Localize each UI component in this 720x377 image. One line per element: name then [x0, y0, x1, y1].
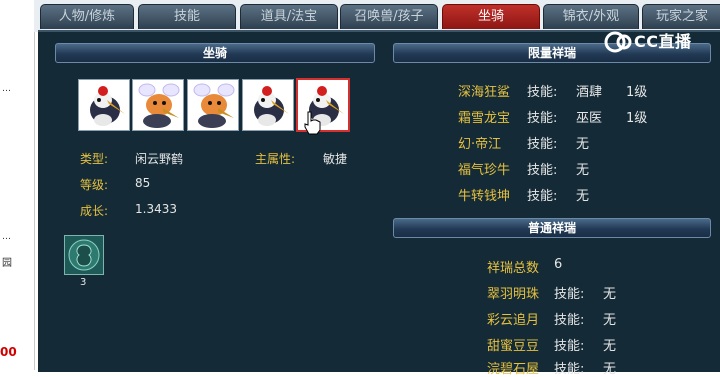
type-value: 闲云野鹤 [135, 152, 184, 166]
limited-skill-5: 无 [576, 189, 590, 204]
tab-items[interactable]: 道具/法宝 [240, 4, 338, 29]
level-value: 85 [135, 176, 151, 190]
hand-cursor-icon [304, 111, 321, 135]
normal-skill-1: 无 [603, 287, 617, 302]
limited-name-3: 幻·帝江 [458, 137, 502, 152]
limited-skill-4: 无 [576, 163, 590, 178]
main-attribute-label: 主属性: [255, 152, 296, 166]
normal-name-4: 浣碧石屋 [487, 362, 540, 377]
limited-skill-label-3: 技能: [527, 137, 558, 152]
limited-level-2: 1级 [626, 111, 648, 126]
growth-value: 1.3433 [135, 202, 177, 216]
tab-home[interactable]: 玩家之家 [642, 4, 720, 29]
growth-label: 成长: [80, 204, 109, 218]
limited-name-2: 霜雪龙宝 [458, 111, 511, 126]
partial-char: 园 [2, 258, 12, 269]
mount-slot-4[interactable] [242, 79, 294, 131]
normal-skill-label-1: 技能: [554, 287, 585, 302]
tab-mount[interactable]: 坐骑 [442, 4, 540, 29]
ellipsis-text: … [2, 84, 11, 94]
tab-summons[interactable]: 召唤兽/孩子 [340, 4, 438, 29]
normal-skill-label-2: 技能: [554, 313, 585, 328]
mount-header: 坐骑 [55, 43, 375, 63]
limited-name-4: 福气珍牛 [458, 163, 511, 178]
left-sidebar-strip: … … 园 00 [0, 0, 35, 370]
limited-skill-label-2: 技能: [527, 111, 558, 126]
mount-item-slot[interactable] [64, 235, 104, 275]
normal-skill-4: 无 [603, 362, 617, 377]
normal-name-2: 彩云追月 [487, 313, 540, 328]
mount-slot-2[interactable] [132, 79, 184, 131]
limited-skill-3: 无 [576, 137, 590, 152]
normal-skill-3: 无 [603, 339, 617, 354]
normal-name-3: 甜蜜豆豆 [487, 339, 540, 354]
crane-icon [90, 86, 125, 126]
normal-name-1: 翠羽明珠 [487, 287, 540, 302]
auspicious-total-value: 6 [554, 257, 563, 272]
dragon-icon [193, 83, 235, 128]
item-count: 3 [80, 277, 87, 288]
limited-skill-label-4: 技能: [527, 163, 558, 178]
level-label: 等级: [80, 178, 109, 192]
mount-equipment-icon [68, 239, 100, 271]
limited-level-1: 1级 [626, 85, 648, 100]
limited-skill-1: 酒肆 [576, 85, 603, 100]
tab-skills[interactable]: 技能 [138, 4, 236, 29]
normal-auspicious-header: 普通祥瑞 [393, 218, 711, 238]
watermark-text: CC直播 [634, 32, 692, 51]
limited-name-1: 深海狂鲨 [458, 85, 511, 100]
normal-skill-2: 无 [603, 313, 617, 328]
limited-name-5: 牛转钱坤 [458, 189, 511, 204]
dragon-icon [138, 83, 180, 128]
partial-red-number: 00 [0, 345, 17, 359]
cc-live-watermark: CC直播 [604, 31, 708, 53]
normal-skill-label-3: 技能: [554, 339, 585, 354]
ellipsis-text: … [2, 232, 11, 242]
tab-outfit[interactable]: 锦衣/外观 [543, 4, 639, 29]
cc-logo-icon [604, 31, 632, 53]
mount-slot-3[interactable] [187, 79, 239, 131]
crane-icon [254, 86, 289, 126]
tab-character[interactable]: 人物/修炼 [40, 4, 134, 29]
main-attribute-value: 敏捷 [323, 152, 348, 166]
auspicious-total-label: 祥瑞总数 [487, 261, 540, 276]
normal-skill-label-4: 技能: [554, 362, 585, 377]
limited-skill-label-5: 技能: [527, 189, 558, 204]
limited-skill-label-1: 技能: [527, 85, 558, 100]
type-label: 类型: [80, 152, 109, 166]
mount-slot-1[interactable] [78, 79, 130, 131]
limited-skill-2: 巫医 [576, 111, 603, 126]
